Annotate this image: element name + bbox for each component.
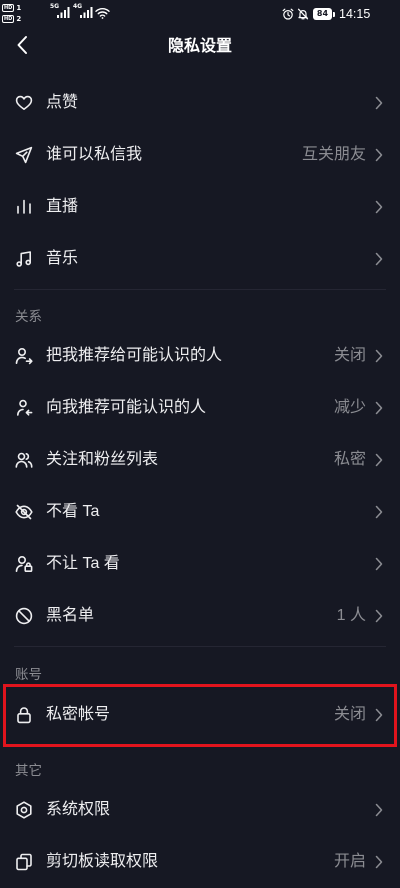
battery-level: 84 — [313, 8, 332, 20]
chevron-right-icon — [375, 708, 383, 722]
chevron-left-icon — [16, 35, 28, 60]
signal-icon — [80, 7, 93, 18]
row-value: 1 人 — [336, 607, 366, 624]
chevron-right-icon — [375, 96, 383, 110]
row-private-account[interactable]: 私密帐号 关闭 — [0, 684, 400, 747]
person-share-icon — [14, 346, 34, 366]
hd-badge: HD — [2, 3, 15, 12]
music-note-icon — [14, 249, 34, 269]
clipboard-icon — [14, 852, 34, 872]
row-value: 互关朋友 — [301, 146, 366, 163]
sim2-hd-indicator: HD 2 — [2, 14, 21, 23]
row-label: 黑名单 — [46, 607, 95, 624]
bell-off-icon — [297, 8, 309, 20]
row-label: 直播 — [46, 198, 79, 215]
signal-icon — [57, 7, 70, 18]
chevron-right-icon — [375, 200, 383, 214]
hd-badge: HD — [2, 14, 15, 23]
settings-group-account: 私密帐号 关闭 — [0, 684, 400, 747]
chevron-right-icon — [375, 505, 383, 519]
live-bars-icon — [14, 197, 34, 217]
row-who-can-message[interactable]: 谁可以私信我 互关朋友 — [0, 129, 400, 181]
row-label: 不让 Ta 看 — [46, 555, 120, 572]
row-hide-their-content[interactable]: 不看 Ta — [0, 486, 400, 538]
row-label: 系统权限 — [46, 801, 111, 818]
battery-nub — [332, 11, 335, 17]
settings-group-general: 点赞 谁可以私信我 互关朋友 直播 音乐 — [0, 77, 400, 285]
nav-header: 隐私设置 — [0, 28, 400, 66]
row-label: 关注和粉丝列表 — [46, 451, 159, 468]
row-value: 关闭 — [333, 347, 366, 364]
chevron-right-icon — [375, 557, 383, 571]
chevron-right-icon — [375, 803, 383, 817]
send-icon — [14, 145, 34, 165]
row-label: 把我推荐给可能认识的人 — [46, 347, 223, 364]
section-header-other: 其它 — [15, 763, 42, 778]
sim1-hd-indicator: HD 1 — [2, 3, 21, 12]
row-clipboard-permission[interactable]: 剪切板读取权限 开启 — [0, 836, 400, 888]
settings-list: 点赞 谁可以私信我 互关朋友 直播 音乐 关系 把我推荐给可能认识的人 关闭 向… — [0, 77, 400, 888]
chevron-right-icon — [375, 855, 383, 869]
row-label: 剪切板读取权限 — [46, 853, 159, 870]
person-receive-icon — [14, 398, 34, 418]
settings-group-relations: 把我推荐给可能认识的人 关闭 向我推荐可能认识的人 减少 关注和粉丝列表 私密 — [0, 330, 400, 642]
clock-time: 14:15 — [339, 7, 371, 21]
chevron-right-icon — [375, 349, 383, 363]
lock-icon — [14, 705, 34, 725]
row-label: 不看 Ta — [46, 503, 100, 520]
row-value: 私密 — [333, 451, 366, 468]
settings-group-other: 系统权限 剪切板读取权限 开启 — [0, 784, 400, 888]
row-label: 向我推荐可能认识的人 — [46, 399, 207, 416]
row-label: 私密帐号 — [46, 706, 111, 723]
row-hide-from-them[interactable]: 不让 Ta 看 — [0, 538, 400, 590]
alarm-icon — [282, 8, 294, 20]
row-system-permissions[interactable]: 系统权限 — [0, 784, 400, 836]
battery-icon: 84 — [313, 8, 335, 20]
back-button[interactable] — [10, 33, 34, 61]
chevron-right-icon — [375, 148, 383, 162]
followers-icon — [14, 450, 34, 470]
eye-off-icon — [14, 502, 34, 522]
status-bar: HD 1 HD 2 5G 4G 84 14:15 — [0, 0, 400, 28]
ban-icon — [14, 606, 34, 626]
row-value: 开启 — [333, 853, 366, 870]
wifi-icon — [95, 7, 110, 19]
section-header-account: 账号 — [15, 667, 42, 682]
row-recommend-me[interactable]: 把我推荐给可能认识的人 关闭 — [0, 330, 400, 382]
row-likes[interactable]: 点赞 — [0, 77, 400, 129]
person-lock-icon — [14, 554, 34, 574]
row-label: 谁可以私信我 — [46, 146, 143, 163]
row-blocklist[interactable]: 黑名单 1 人 — [0, 590, 400, 642]
hexagon-settings-icon — [14, 800, 34, 820]
row-music[interactable]: 音乐 — [0, 233, 400, 285]
section-header-relations: 关系 — [15, 309, 42, 324]
page-title: 隐私设置 — [167, 38, 232, 55]
heart-icon — [14, 93, 34, 113]
chevron-right-icon — [375, 401, 383, 415]
privacy-settings-screen: HD 1 HD 2 5G 4G 84 14:15 隐私设置 点赞 谁可以私信我 … — [0, 0, 400, 888]
row-value: 关闭 — [333, 706, 366, 723]
chevron-right-icon — [375, 252, 383, 266]
row-live[interactable]: 直播 — [0, 181, 400, 233]
row-following-followers-list[interactable]: 关注和粉丝列表 私密 — [0, 434, 400, 486]
row-recommend-to-me[interactable]: 向我推荐可能认识的人 减少 — [0, 382, 400, 434]
row-value: 减少 — [333, 399, 366, 416]
sim-slot-number: 1 — [16, 3, 22, 12]
row-label: 点赞 — [46, 94, 79, 111]
chevron-right-icon — [375, 453, 383, 467]
chevron-right-icon — [375, 609, 383, 623]
sim-slot-number: 2 — [16, 14, 22, 23]
row-label: 音乐 — [46, 250, 79, 267]
